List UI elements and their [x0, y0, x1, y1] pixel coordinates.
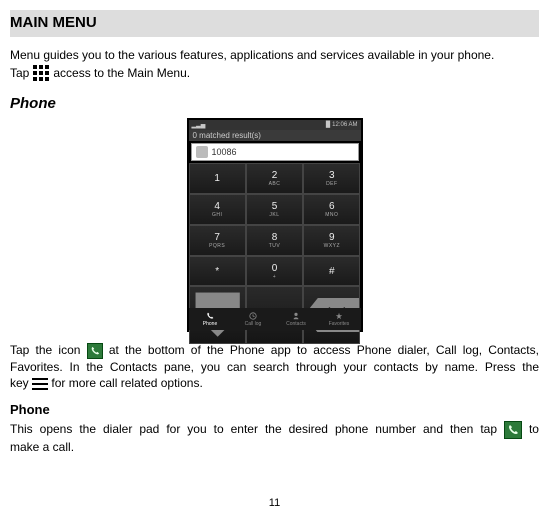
para2-b: at the bottom of the Phone app to access… — [109, 343, 539, 357]
key-star-num: * — [215, 266, 219, 277]
para3-b: to — [529, 422, 539, 436]
tab-favorites-label: Favorites — [329, 321, 350, 327]
phone-screenshot-container: ▂▃▅ █ 12:06 AM 0 matched result(s) 10086… — [10, 118, 539, 332]
paragraph-dialer: This opens the dialer pad for you to ent… — [10, 421, 539, 455]
tab-favorites[interactable]: Favorites — [318, 308, 361, 330]
key-2-num: 2 — [272, 170, 278, 181]
key-4[interactable]: 4GHI — [189, 194, 246, 225]
phone-tab-icon — [206, 312, 214, 320]
para2-d1: key — [10, 376, 29, 390]
key-6-num: 6 — [329, 201, 335, 212]
key-0-num: 0 — [272, 263, 278, 274]
key-star[interactable]: * — [189, 256, 246, 287]
tab-calllog-label: Call log — [245, 321, 262, 327]
tab-calllog[interactable]: Call log — [232, 308, 275, 330]
key-7-num: 7 — [214, 232, 220, 243]
key-5-sub: JKL — [269, 212, 279, 218]
key-3-sub: DEF — [326, 181, 338, 187]
contact-avatar-icon — [196, 146, 208, 158]
page-number: 11 — [0, 497, 549, 509]
key-6[interactable]: 6MNO — [303, 194, 360, 225]
dialpad: 1 2ABC 3DEF 4GHI 5JKL 6MNO 7PQRS 8TUV 9W… — [189, 163, 361, 286]
action-row — [189, 286, 361, 308]
key-9[interactable]: 9WXYZ — [303, 225, 360, 256]
key-5-num: 5 — [272, 201, 278, 212]
key-8-sub: TUV — [269, 243, 281, 249]
key-7[interactable]: 7PQRS — [189, 225, 246, 256]
tab-contacts[interactable]: Contacts — [275, 308, 318, 330]
call-icon — [504, 421, 522, 439]
tab-phone[interactable]: Phone — [189, 308, 232, 330]
phone-app-icon — [87, 343, 103, 359]
intro-paragraph: Menu guides you to the various features,… — [10, 47, 539, 81]
phone-screenshot: ▂▃▅ █ 12:06 AM 0 matched result(s) 10086… — [187, 118, 363, 332]
para3-c: make a call. — [10, 439, 539, 455]
key-0[interactable]: 0+ — [246, 256, 303, 287]
key-9-sub: WXYZ — [324, 243, 340, 249]
intro-tap-text: Tap — [10, 65, 29, 81]
key-1-num: 1 — [214, 173, 220, 184]
section-heading-phone: Phone — [10, 95, 539, 112]
menu-icon — [32, 378, 48, 390]
tab-phone-label: Phone — [203, 321, 217, 327]
app-grid-icon — [33, 65, 49, 81]
key-6-sub: MNO — [325, 212, 338, 218]
status-time: 12:06 AM — [332, 122, 357, 128]
key-hash-num: # — [329, 266, 335, 277]
key-4-sub: GHI — [212, 212, 222, 218]
intro-line-1: Menu guides you to the various features,… — [10, 47, 539, 63]
para3-a: This opens the dialer pad for you to ent… — [10, 422, 497, 436]
page-title: MAIN MENU — [10, 10, 539, 37]
calllog-tab-icon — [249, 312, 257, 320]
key-1[interactable]: 1 — [189, 163, 246, 194]
contacts-tab-icon — [292, 312, 300, 320]
dialed-number: 10086 — [212, 147, 237, 157]
status-bar: ▂▃▅ █ 12:06 AM — [189, 120, 361, 130]
key-2[interactable]: 2ABC — [246, 163, 303, 194]
status-battery-icon: █ — [326, 122, 330, 128]
para2-c: Favorites. In the Contacts pane, you can… — [10, 359, 539, 375]
key-5[interactable]: 5JKL — [246, 194, 303, 225]
para2-d2: for more call related options. — [51, 376, 202, 390]
key-8-num: 8 — [272, 232, 278, 243]
key-hash[interactable]: # — [303, 256, 360, 287]
key-3[interactable]: 3DEF — [303, 163, 360, 194]
favorites-tab-icon — [335, 312, 343, 320]
key-8[interactable]: 8TUV — [246, 225, 303, 256]
para2-a: Tap the icon — [10, 343, 80, 357]
key-4-num: 4 — [214, 201, 220, 212]
intro-access-text: access to the Main Menu. — [53, 65, 190, 81]
key-9-num: 9 — [329, 232, 335, 243]
matched-result-label: 0 matched result(s) — [189, 130, 361, 141]
paragraph-tap-icon: Tap the icon at the bottom of the Phone … — [10, 342, 539, 391]
key-2-sub: ABC — [269, 181, 281, 187]
status-signal-icon: ▂▃▅ — [192, 122, 206, 129]
tab-bar: Phone Call log Contacts Favorites — [189, 308, 361, 330]
key-7-sub: PQRS — [209, 243, 225, 249]
dialed-number-row[interactable]: 10086 — [191, 143, 359, 161]
tab-contacts-label: Contacts — [286, 321, 306, 327]
key-3-num: 3 — [329, 170, 335, 181]
subheading-phone: Phone — [10, 402, 539, 417]
key-0-sub: + — [273, 274, 276, 280]
